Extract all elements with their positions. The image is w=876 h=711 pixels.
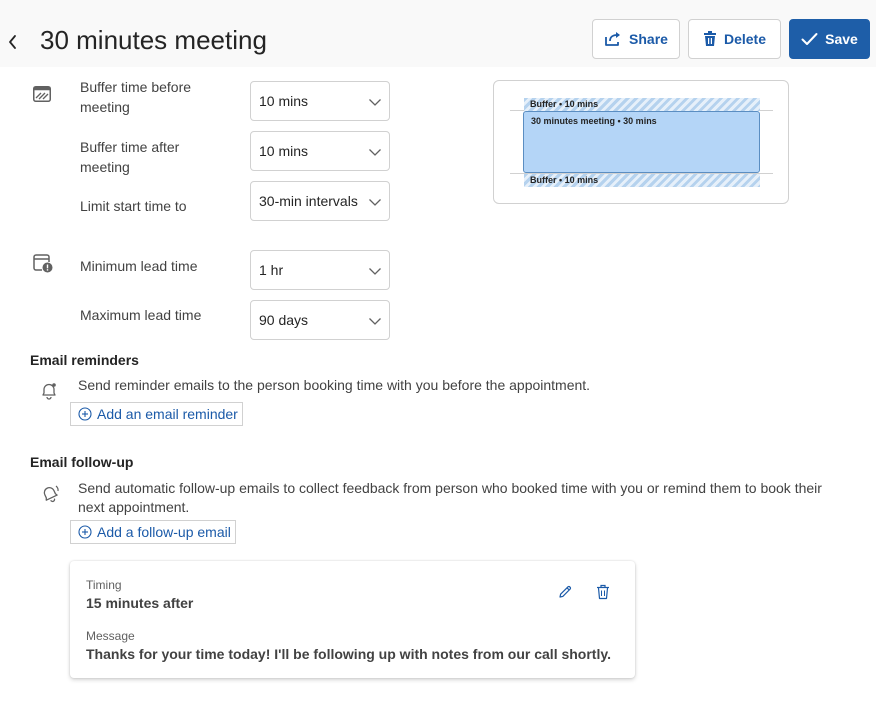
limit-start-value: 30-min intervals: [259, 193, 358, 209]
chevron-down-icon: [369, 149, 381, 156]
schedule-preview: Buffer • 10 mins 30 minutes meeting • 30…: [493, 80, 789, 204]
header-bar: 30 minutes meeting Share Delete Save: [0, 0, 876, 67]
add-followup-email-button[interactable]: Add a follow-up email: [70, 520, 236, 544]
min-lead-select[interactable]: 1 hr: [250, 250, 390, 290]
calendar-buffer-icon: [33, 86, 51, 107]
buffer-after-value: 10 mins: [259, 143, 309, 159]
edit-followup-button[interactable]: [555, 582, 575, 602]
max-lead-value: 90 days: [259, 312, 309, 328]
chevron-left-icon: [9, 35, 16, 49]
limit-start-label: Limit start time to: [80, 198, 187, 214]
preview-buffer-before: Buffer • 10 mins: [524, 98, 760, 111]
delete-followup-button[interactable]: [593, 582, 613, 602]
add-email-reminder-label: Add an email reminder: [97, 406, 238, 422]
checkmark-icon: [801, 33, 818, 45]
email-reminders-description: Send reminder emails to the person booki…: [78, 377, 591, 393]
save-button[interactable]: Save: [789, 19, 870, 59]
buffer-after-select[interactable]: 10 mins: [250, 131, 390, 171]
buffer-before-value: 10 mins: [259, 93, 309, 109]
buffer-before-select[interactable]: 10 mins: [250, 81, 390, 121]
trash-icon: [703, 31, 716, 46]
add-email-reminder-button[interactable]: Add an email reminder: [70, 402, 243, 426]
trash-icon: [597, 584, 609, 600]
message-value: Thanks for your time today! I'll be foll…: [86, 646, 611, 662]
followup-email-card: Timing 15 minutes after Message Thanks f…: [70, 561, 635, 678]
email-followup-description: Send automatic follow-up emails to colle…: [78, 479, 822, 517]
bell-icon: [40, 382, 58, 405]
buffer-after-label: Buffer time after meeting: [80, 139, 180, 175]
message-label: Message: [86, 629, 135, 643]
timing-value: 15 minutes after: [86, 595, 194, 611]
email-reminders-title: Email reminders: [30, 352, 139, 368]
delete-button[interactable]: Delete: [688, 19, 781, 59]
limit-start-select[interactable]: 30-min intervals: [250, 181, 390, 221]
back-button[interactable]: [4, 30, 22, 54]
add-circle-icon: [78, 525, 92, 539]
min-lead-value: 1 hr: [259, 262, 284, 278]
chevron-down-icon: [369, 99, 381, 106]
email-followup-description-line1: Send automatic follow-up emails to colle…: [78, 480, 822, 496]
preview-meeting-block: 30 minutes meeting • 30 mins: [523, 111, 760, 173]
delete-label: Delete: [723, 31, 767, 47]
timing-label: Timing: [86, 578, 122, 592]
chevron-down-icon: [369, 268, 381, 275]
max-lead-label: Maximum lead time: [80, 307, 202, 323]
calendar-alert-icon: [33, 253, 53, 278]
bell-ring-icon: [40, 484, 60, 509]
chevron-down-icon: [369, 199, 381, 206]
save-label: Save: [825, 31, 858, 47]
pencil-icon: [559, 585, 572, 598]
share-button[interactable]: Share: [592, 19, 680, 59]
email-followup-title: Email follow-up: [30, 454, 134, 470]
max-lead-select[interactable]: 90 days: [250, 300, 390, 340]
preview-buffer-after: Buffer • 10 mins: [524, 174, 760, 187]
email-followup-description-line2: next appointment.: [78, 499, 190, 515]
share-label: Share: [629, 31, 668, 47]
buffer-before-label: Buffer time before meeting: [80, 79, 192, 115]
add-followup-email-label: Add a follow-up email: [97, 524, 231, 540]
chevron-down-icon: [369, 318, 381, 325]
share-icon: [605, 32, 621, 46]
add-circle-icon: [78, 407, 92, 421]
min-lead-label: Minimum lead time: [80, 258, 198, 274]
page-title: 30 minutes meeting: [40, 25, 267, 55]
